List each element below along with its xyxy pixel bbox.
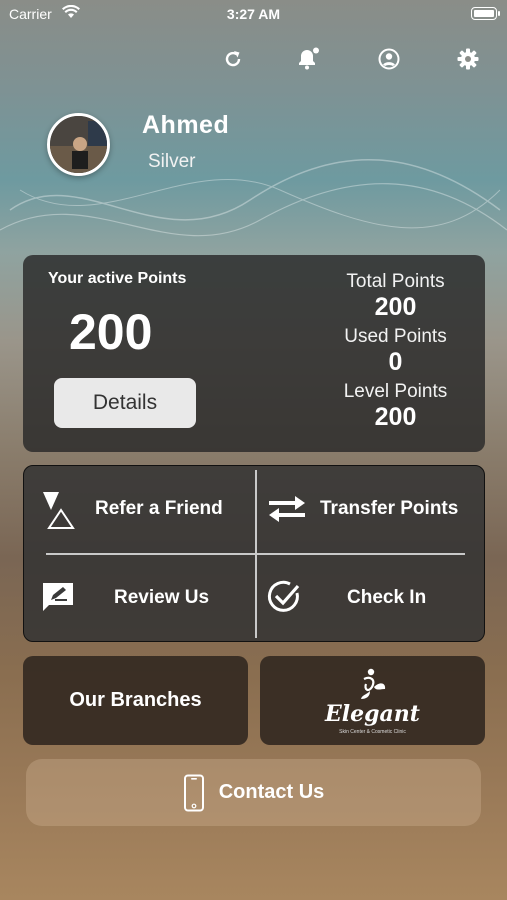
avatar[interactable] <box>47 113 110 176</box>
review-us-label: Review Us <box>114 587 210 608</box>
profile-tier: Silver <box>148 151 196 172</box>
phone-icon <box>183 774 204 811</box>
contact-us-button[interactable]: Contact Us <box>26 759 481 826</box>
elegant-logo: Elegant <box>325 700 420 727</box>
total-points-label: Total Points <box>346 271 445 292</box>
check-in-icon <box>266 579 302 620</box>
elegant-logo-subtitle: Skin Center & Cosmetic Clinic <box>339 728 406 735</box>
profile-icon[interactable] <box>376 46 402 72</box>
used-points-label: Used Points <box>344 326 447 347</box>
details-button[interactable]: Details <box>54 378 196 428</box>
refer-friend-button[interactable]: Refer a Friend <box>24 466 255 552</box>
refresh-icon[interactable] <box>220 46 246 72</box>
status-bar: Carrier 3:27 AM <box>0 0 507 30</box>
level-points-stat: Level Points 200 <box>323 381 468 432</box>
review-icon <box>41 581 75 618</box>
our-branches-button[interactable]: Our Branches <box>23 656 248 745</box>
gear-icon[interactable] <box>455 46 481 72</box>
elegant-logo-tile[interactable]: Elegant Skin Center & Cosmetic Clinic <box>260 656 485 745</box>
bell-icon[interactable] <box>294 46 320 72</box>
refer-friend-label: Refer a Friend <box>95 498 223 519</box>
used-points-value: 0 <box>388 348 403 376</box>
total-points-stat: Total Points 200 <box>323 271 468 322</box>
status-time: 3:27 AM <box>226 6 281 22</box>
contact-us-label: Contact Us <box>218 781 325 803</box>
leaf-figure-icon <box>360 668 385 699</box>
used-points-stat: Used Points 0 <box>323 326 468 377</box>
transfer-points-button[interactable]: Transfer Points <box>257 466 486 552</box>
actions-grid: Refer a Friend Transfer Points Review Us… <box>23 465 485 642</box>
total-points-value: 200 <box>374 293 417 321</box>
transfer-points-label: Transfer Points <box>320 498 459 519</box>
refer-friend-icon <box>41 490 77 535</box>
active-points-value: 200 <box>69 304 153 360</box>
check-in-label: Check In <box>347 587 427 608</box>
points-card: Your active Points 200 Details Total Poi… <box>23 255 485 452</box>
review-us-button[interactable]: Review Us <box>24 555 255 641</box>
battery-icon <box>471 7 500 20</box>
level-points-label: Level Points <box>343 381 448 402</box>
profile-name: Ahmed <box>142 111 230 139</box>
level-points-value: 200 <box>374 403 417 431</box>
check-in-button[interactable]: Check In <box>257 555 486 641</box>
our-branches-label: Our Branches <box>69 689 202 711</box>
transfer-icon <box>267 494 307 529</box>
active-points-label: Your active Points <box>48 270 187 287</box>
